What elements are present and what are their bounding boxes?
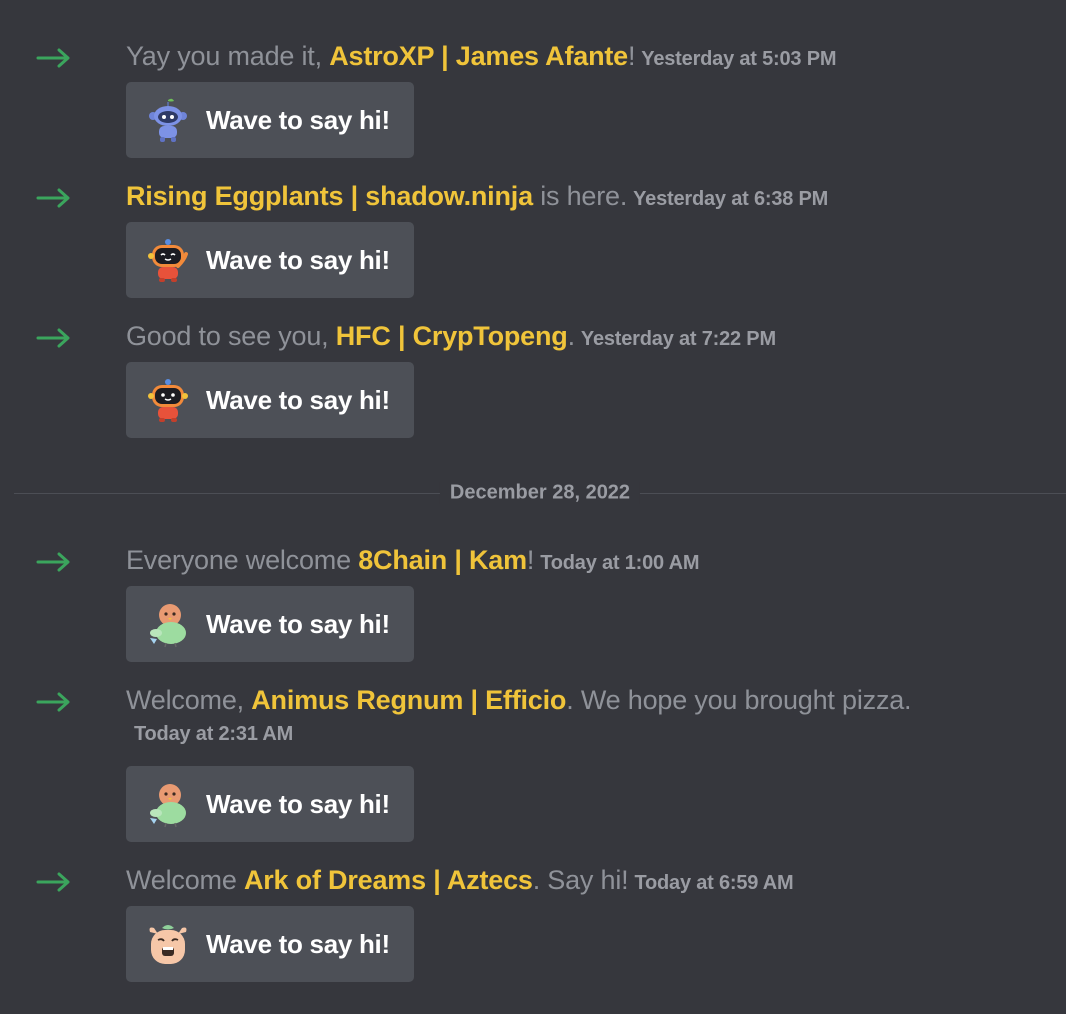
username[interactable]: Ark of Dreams | Aztecs: [244, 865, 533, 895]
date-divider: December 28, 2022: [14, 481, 1066, 505]
wave-button[interactable]: Wave to say hi!: [126, 362, 414, 438]
wave-button[interactable]: Wave to say hi!: [126, 82, 414, 158]
divider-date: December 28, 2022: [439, 481, 641, 505]
message-suffix: .: [567, 321, 576, 351]
message-prefix: Yay you made it,: [126, 41, 330, 71]
orange-robot-sticker-icon: [148, 379, 188, 422]
wave-button-label: Wave to say hi!: [206, 104, 390, 135]
username[interactable]: 8Chain | Kam: [358, 545, 527, 575]
message-suffix: is here.: [532, 181, 628, 211]
timestamp[interactable]: Yesterday at 5:03 PM: [641, 48, 836, 70]
timestamp[interactable]: Today at 1:00 AM: [540, 552, 699, 574]
join-message-text: Welcome, Animus Regnum | Efficio. We hop…: [126, 682, 1006, 746]
message-suffix: . Say hi!: [532, 865, 629, 895]
wave-button[interactable]: Wave to say hi!: [126, 222, 414, 298]
join-arrow-icon: [36, 48, 70, 68]
message-prefix: Welcome: [126, 865, 244, 895]
join-arrow-icon: [36, 552, 70, 572]
join-arrow-icon: [36, 872, 70, 892]
wave-button-label: Wave to say hi!: [206, 608, 390, 639]
message-prefix: Good to see you,: [126, 321, 336, 351]
username[interactable]: Rising Eggplants | shadow.ninja: [126, 181, 533, 211]
message-prefix: Welcome,: [126, 685, 252, 715]
wave-button-label: Wave to say hi!: [206, 928, 390, 959]
wave-button[interactable]: Wave to say hi!: [126, 766, 414, 842]
message-suffix: !: [526, 545, 535, 575]
join-message-text: Everyone welcome 8Chain | Kam! Today at 1…: [126, 542, 1006, 581]
join-arrow-icon: [36, 692, 70, 712]
message-suffix: . We hope you brought pizza.: [566, 685, 912, 715]
peach-creature-sticker-icon: [149, 925, 187, 964]
join-message-text: Rising Eggplants | shadow.ninja is here.…: [126, 178, 1006, 217]
username[interactable]: HFC | CrypTopeng: [336, 321, 568, 351]
wave-button[interactable]: Wave to say hi!: [126, 906, 414, 982]
username[interactable]: AstroXP | James Afante: [329, 41, 628, 71]
orange-robot-waving-sticker-icon: [148, 239, 188, 282]
timestamp[interactable]: Today at 6:59 AM: [634, 872, 793, 894]
join-message-text: Yay you made it, AstroXP | James Afante!…: [126, 38, 1006, 77]
blue-robot-wumpus-sticker-icon: [149, 98, 187, 142]
join-message-text: Good to see you, HFC | CrypTopeng. Yester…: [126, 318, 1006, 357]
wave-button[interactable]: Wave to say hi!: [126, 586, 414, 662]
timestamp[interactable]: Today at 2:31 AM: [134, 722, 1006, 746]
green-bird-sticker-icon: [150, 604, 186, 648]
timestamp[interactable]: Yesterday at 7:22 PM: [581, 328, 776, 350]
join-message-text: Welcome Ark of Dreams | Aztecs. Say hi! T…: [126, 862, 1006, 901]
username[interactable]: Animus Regnum | Efficio: [251, 685, 566, 715]
wave-button-label: Wave to say hi!: [206, 244, 390, 275]
wave-button-label: Wave to say hi!: [206, 788, 390, 819]
message-suffix: !: [627, 41, 636, 71]
green-bird-sticker-icon: [150, 784, 186, 828]
join-arrow-icon: [36, 328, 70, 348]
wave-button-label: Wave to say hi!: [206, 384, 390, 415]
timestamp[interactable]: Yesterday at 6:38 PM: [633, 188, 828, 210]
join-arrow-icon: [36, 188, 70, 208]
message-prefix: Everyone welcome: [126, 545, 359, 575]
